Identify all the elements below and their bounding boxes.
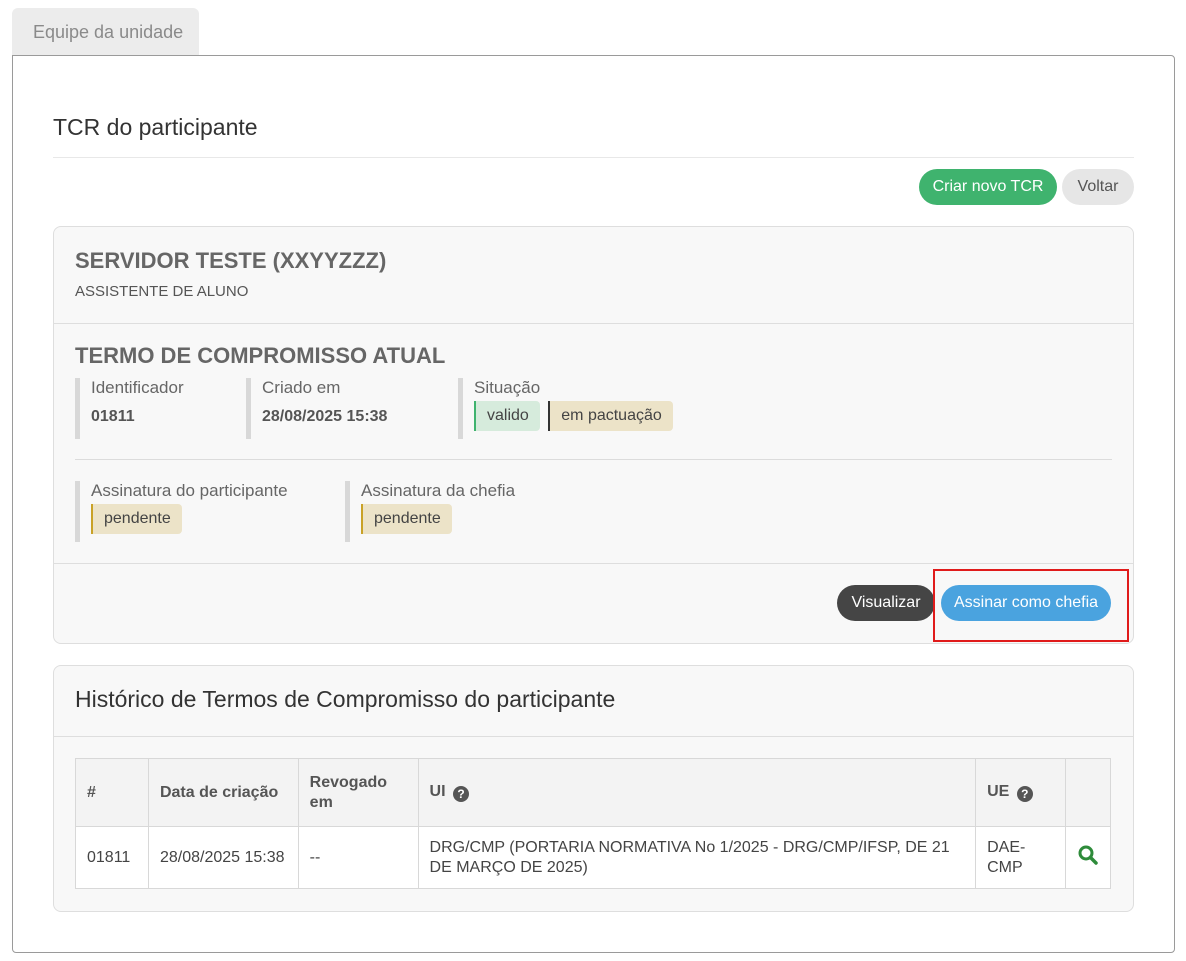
- question-circle-icon[interactable]: ?: [453, 786, 469, 802]
- status-field: Situação valido em pactuação: [458, 378, 673, 439]
- created-label: Criado em: [262, 378, 341, 397]
- participant-signature-badge: pendente: [91, 504, 182, 534]
- status-badge-valid: valido: [474, 401, 540, 431]
- history-divider: [54, 736, 1133, 737]
- table-row: 01811 28/08/2025 15:38 -- DRG/CMP (PORTA…: [75, 826, 1112, 889]
- title-divider: [53, 157, 1134, 158]
- cell-id: 01811: [75, 826, 149, 889]
- term-title: TERMO DE COMPROMISSO ATUAL: [75, 343, 446, 368]
- manager-signature-field: Assinatura da chefia pendente: [345, 481, 515, 542]
- view-button[interactable]: Visualizar: [837, 585, 935, 621]
- cell-revoked: --: [297, 826, 419, 889]
- back-button[interactable]: Voltar: [1062, 169, 1134, 205]
- manager-signature-label: Assinatura da chefia: [361, 481, 516, 500]
- page-title: TCR do participante: [53, 114, 258, 140]
- col-id-header: #: [75, 758, 149, 827]
- col-ui-label: UI: [429, 783, 446, 800]
- participant-signature-label: Assinatura do participante: [91, 481, 288, 500]
- question-circle-icon[interactable]: ?: [1016, 786, 1033, 802]
- card-divider: [54, 323, 1133, 324]
- cell-ui: DRG/CMP (PORTARIA NORMATIVA No 1/2025 - …: [417, 826, 977, 889]
- card-footer-divider: [54, 563, 1133, 564]
- col-actions-header: [1064, 758, 1112, 827]
- tab-equipe-da-unidade[interactable]: Equipe da unidade: [12, 8, 199, 56]
- participant-signature-field: Assinatura do participante pendente: [75, 481, 288, 542]
- create-tcr-button[interactable]: Criar novo TCR: [919, 169, 1057, 205]
- identifier-field: Identificador 01811: [75, 378, 184, 439]
- created-value: 28/08/2025 15:38: [262, 408, 388, 425]
- table-header-row: # Data de criação Revogado em UI ? UE ?: [75, 758, 1112, 827]
- col-created-header: Data de criação: [147, 758, 299, 827]
- col-ui-header: UI ?: [417, 758, 977, 827]
- identifier-value: 01811: [91, 408, 135, 425]
- col-revoked-header: Revogado em: [297, 758, 419, 827]
- history-table: # Data de criação Revogado em UI ? UE ? …: [75, 758, 1112, 889]
- col-ue-header: UE ?: [975, 758, 1066, 827]
- signature-divider: [75, 459, 1112, 460]
- search-icon[interactable]: [1077, 844, 1099, 866]
- highlight-box: [933, 569, 1129, 642]
- created-field: Criado em 28/08/2025 15:38: [246, 378, 387, 439]
- status-label: Situação: [474, 378, 541, 397]
- cell-ue: DAE-CMP: [975, 826, 1066, 889]
- participant-name: SERVIDOR TESTE (XXYYZZZ): [75, 248, 387, 273]
- cell-actions: [1064, 826, 1112, 889]
- manager-signature-badge: pendente: [361, 504, 452, 534]
- history-title: Histórico de Termos de Compromisso do pa…: [75, 686, 616, 712]
- identifier-label: Identificador: [91, 378, 184, 397]
- col-ue-label: UE: [987, 783, 1010, 800]
- cell-created: 28/08/2025 15:38: [147, 826, 299, 889]
- status-badge-agreement: em pactuação: [548, 401, 673, 431]
- participant-role: ASSISTENTE DE ALUNO: [75, 283, 249, 300]
- history-card: Histórico de Termos de Compromisso do pa…: [53, 665, 1134, 912]
